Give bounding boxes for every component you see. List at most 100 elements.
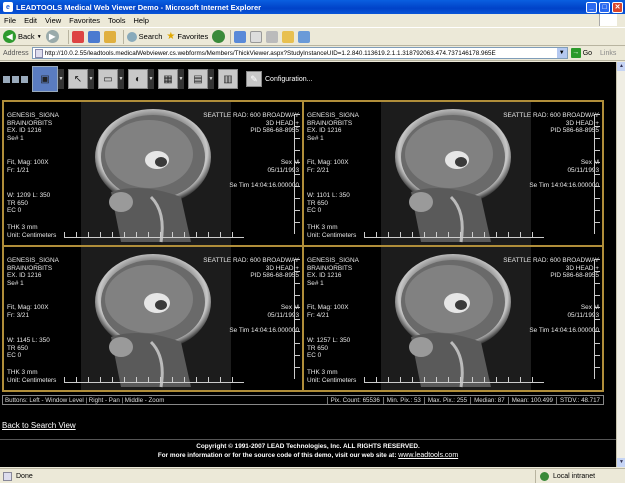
study-date: 05/11/1993	[267, 166, 299, 174]
back-arrow-icon: ◀	[3, 30, 16, 43]
media-icon[interactable]	[212, 30, 226, 43]
menu-edit[interactable]: Edit	[24, 16, 37, 25]
contrast-icon: ◐	[128, 69, 148, 89]
address-dropdown-icon[interactable]: ▼	[556, 48, 567, 58]
series-time: Se Tim 14:04:16.000000	[229, 181, 299, 189]
layout-tool[interactable]: ▣ ▼	[32, 66, 64, 92]
frame-number: Fr: 3/21	[7, 311, 30, 319]
menu-tools[interactable]: Tools	[108, 16, 126, 25]
refresh-icon[interactable]	[87, 30, 100, 43]
study-description: BRAIN/ORBITS	[307, 264, 353, 272]
annotation-dropdown-icon[interactable]: ▼	[118, 69, 124, 89]
history-icon[interactable]	[234, 30, 247, 43]
unit: Unit: Centimeters	[307, 231, 357, 239]
min-pixel: Min. Pix.: 53	[382, 396, 424, 404]
series-number: Se# 1	[7, 279, 24, 287]
menu-help[interactable]: Help	[134, 16, 149, 25]
configuration-button[interactable]: ✎ Configuration...	[246, 71, 312, 87]
image-cell-1[interactable]: GENESIS_SIGNA BRAIN/ORBITS EX. ID 1216 S…	[3, 101, 303, 246]
repetition-time: TR 650	[307, 199, 328, 207]
mail-icon[interactable]	[250, 30, 263, 43]
back-button[interactable]: ◀ Back ▼	[3, 30, 42, 43]
search-icon	[126, 31, 137, 42]
window-level-dropdown-icon[interactable]: ▼	[148, 69, 154, 89]
window-level-tool[interactable]: ◐ ▼	[128, 67, 154, 91]
pointer-icon: ↖	[68, 69, 88, 89]
echo-count: EC 0	[307, 207, 322, 215]
frame-number: Fr: 4/21	[307, 311, 330, 319]
menu-favorites[interactable]: Favorites	[69, 16, 100, 25]
favorites-button[interactable]: ★ Favorites	[166, 31, 208, 42]
address-label: Address	[3, 49, 29, 57]
overlay-top-left: GENESIS_SIGNA BRAIN/ORBITS EX. ID 1216 S…	[307, 112, 359, 142]
security-zone: Local intranet	[535, 469, 625, 483]
patient-sex: Sex M	[580, 159, 599, 166]
footer: Copyright © 1991-2007 LEAD Technologies,…	[0, 439, 616, 467]
vertical-ruler	[594, 114, 600, 234]
home-icon[interactable]	[103, 30, 116, 43]
series-dropdown-icon[interactable]: ▼	[208, 69, 214, 89]
website-link[interactable]: www.leadtools.com	[398, 452, 458, 459]
favorites-label: Favorites	[177, 32, 209, 41]
status-bar: Done Local intranet	[0, 468, 625, 483]
image-grid: GENESIS_SIGNA BRAIN/ORBITS EX. ID 1216 S…	[2, 100, 604, 392]
image-cell-2[interactable]: GENESIS_SIGNA BRAIN/ORBITS EX. ID 1216 S…	[303, 101, 603, 246]
echo-count: EC 0	[7, 352, 22, 360]
folder-icon[interactable]	[282, 30, 295, 43]
patient-name: GENESIS_SIGNA	[307, 257, 359, 264]
unit: Unit: Centimeters	[7, 376, 57, 384]
magnification: Fit, Mag: 100X	[307, 304, 349, 311]
export-icon[interactable]	[21, 75, 28, 83]
scroll-down-icon[interactable]: ▼	[617, 458, 625, 467]
forward-button[interactable]: ▶	[45, 30, 61, 43]
series-tool[interactable]: ▤ ▼	[188, 67, 214, 91]
image-cell-4[interactable]: GENESIS_SIGNA BRAIN/ORBITS EX. ID 1216 S…	[303, 246, 603, 391]
menu-file[interactable]: File	[4, 16, 16, 25]
study-description: BRAIN/ORBITS	[307, 119, 353, 127]
patient-name: GENESIS_SIGNA	[7, 257, 59, 264]
search-button[interactable]: Search	[126, 31, 162, 42]
print-icon[interactable]	[266, 30, 279, 43]
layout-dropdown-icon[interactable]: ▼	[58, 69, 64, 89]
pointer-dropdown-icon[interactable]: ▼	[88, 69, 94, 89]
page-done-icon	[3, 471, 12, 481]
address-bar: Address http://10.0.2.55/leadtools.medic…	[0, 46, 625, 61]
close-button[interactable]: ✕	[612, 1, 623, 13]
status-text: Done	[16, 472, 33, 480]
overlay-top-right: SEATTLE RAD: 600 BROADWAY 3D HEAD + PID …	[503, 257, 599, 280]
series-description: 3D HEAD +	[565, 119, 599, 127]
links-button[interactable]: Links	[600, 50, 616, 57]
image-processing-icon: ▦	[158, 69, 178, 89]
back-to-search-link[interactable]: Back to Search View	[2, 421, 76, 430]
pointer-tool[interactable]: ↖ ▼	[68, 67, 94, 91]
go-arrow-icon: →	[570, 48, 581, 58]
back-dropdown-icon[interactable]: ▼	[37, 34, 42, 40]
save-icon[interactable]	[3, 75, 10, 83]
image-processing-tool[interactable]: ▦ ▼	[158, 67, 184, 91]
messenger-icon[interactable]	[298, 30, 311, 43]
overlay-bottom-left-2: THK 3 mm Unit: Centimeters	[7, 369, 56, 384]
series-number: Se# 1	[307, 134, 324, 142]
patient-sex: Sex M	[280, 304, 299, 311]
overlay-mid-right: Sex M 05/11/1993 Se Tim 14:04:16.000000	[529, 159, 599, 189]
cine-tool[interactable]: ▥	[218, 67, 238, 91]
go-button[interactable]: → Go	[570, 48, 592, 58]
vertical-scrollbar[interactable]: ▲ ▼	[616, 62, 625, 467]
patient-id: PID 586-68-8955	[550, 272, 599, 280]
wrench-icon: ✎	[246, 71, 262, 87]
address-input[interactable]: http://10.0.2.55/leadtools.medicalWebvie…	[31, 47, 568, 59]
stop-icon[interactable]	[71, 30, 84, 43]
vertical-ruler	[594, 259, 600, 379]
scroll-up-icon[interactable]: ▲	[617, 62, 625, 71]
institution: SEATTLE RAD: 600 BROADWAY	[503, 257, 599, 264]
minimize-button[interactable]: _	[586, 1, 597, 13]
image-processing-dropdown-icon[interactable]: ▼	[178, 69, 184, 89]
image-cell-3[interactable]: GENESIS_SIGNA BRAIN/ORBITS EX. ID 1216 S…	[3, 246, 303, 391]
annotation-tool[interactable]: ▭ ▼	[98, 67, 124, 91]
maximize-button[interactable]: □	[599, 1, 610, 13]
horizontal-ruler	[364, 230, 544, 238]
menu-view[interactable]: View	[45, 16, 61, 25]
study-date: 05/11/1993	[567, 311, 599, 319]
print-small-icon[interactable]	[12, 75, 19, 83]
copyright-text: Copyright © 1991-2007 LEAD Technologies,…	[196, 443, 420, 450]
